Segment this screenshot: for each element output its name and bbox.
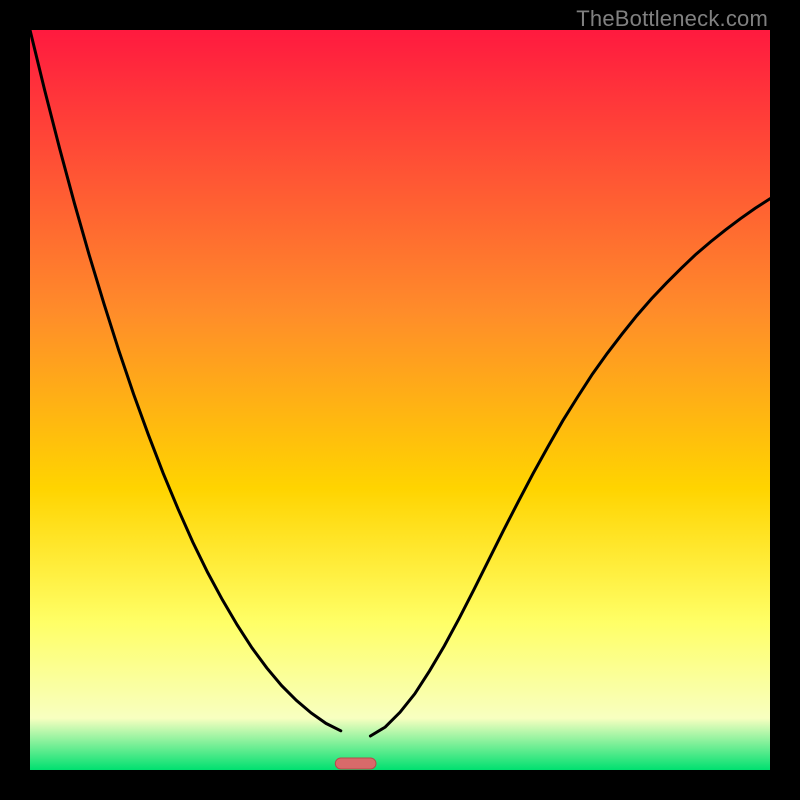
minimum-marker — [335, 758, 376, 769]
gradient-bg — [30, 30, 770, 770]
chart-frame — [30, 30, 770, 770]
watermark-text: TheBottleneck.com — [576, 6, 768, 32]
bottleneck-chart — [30, 30, 770, 770]
